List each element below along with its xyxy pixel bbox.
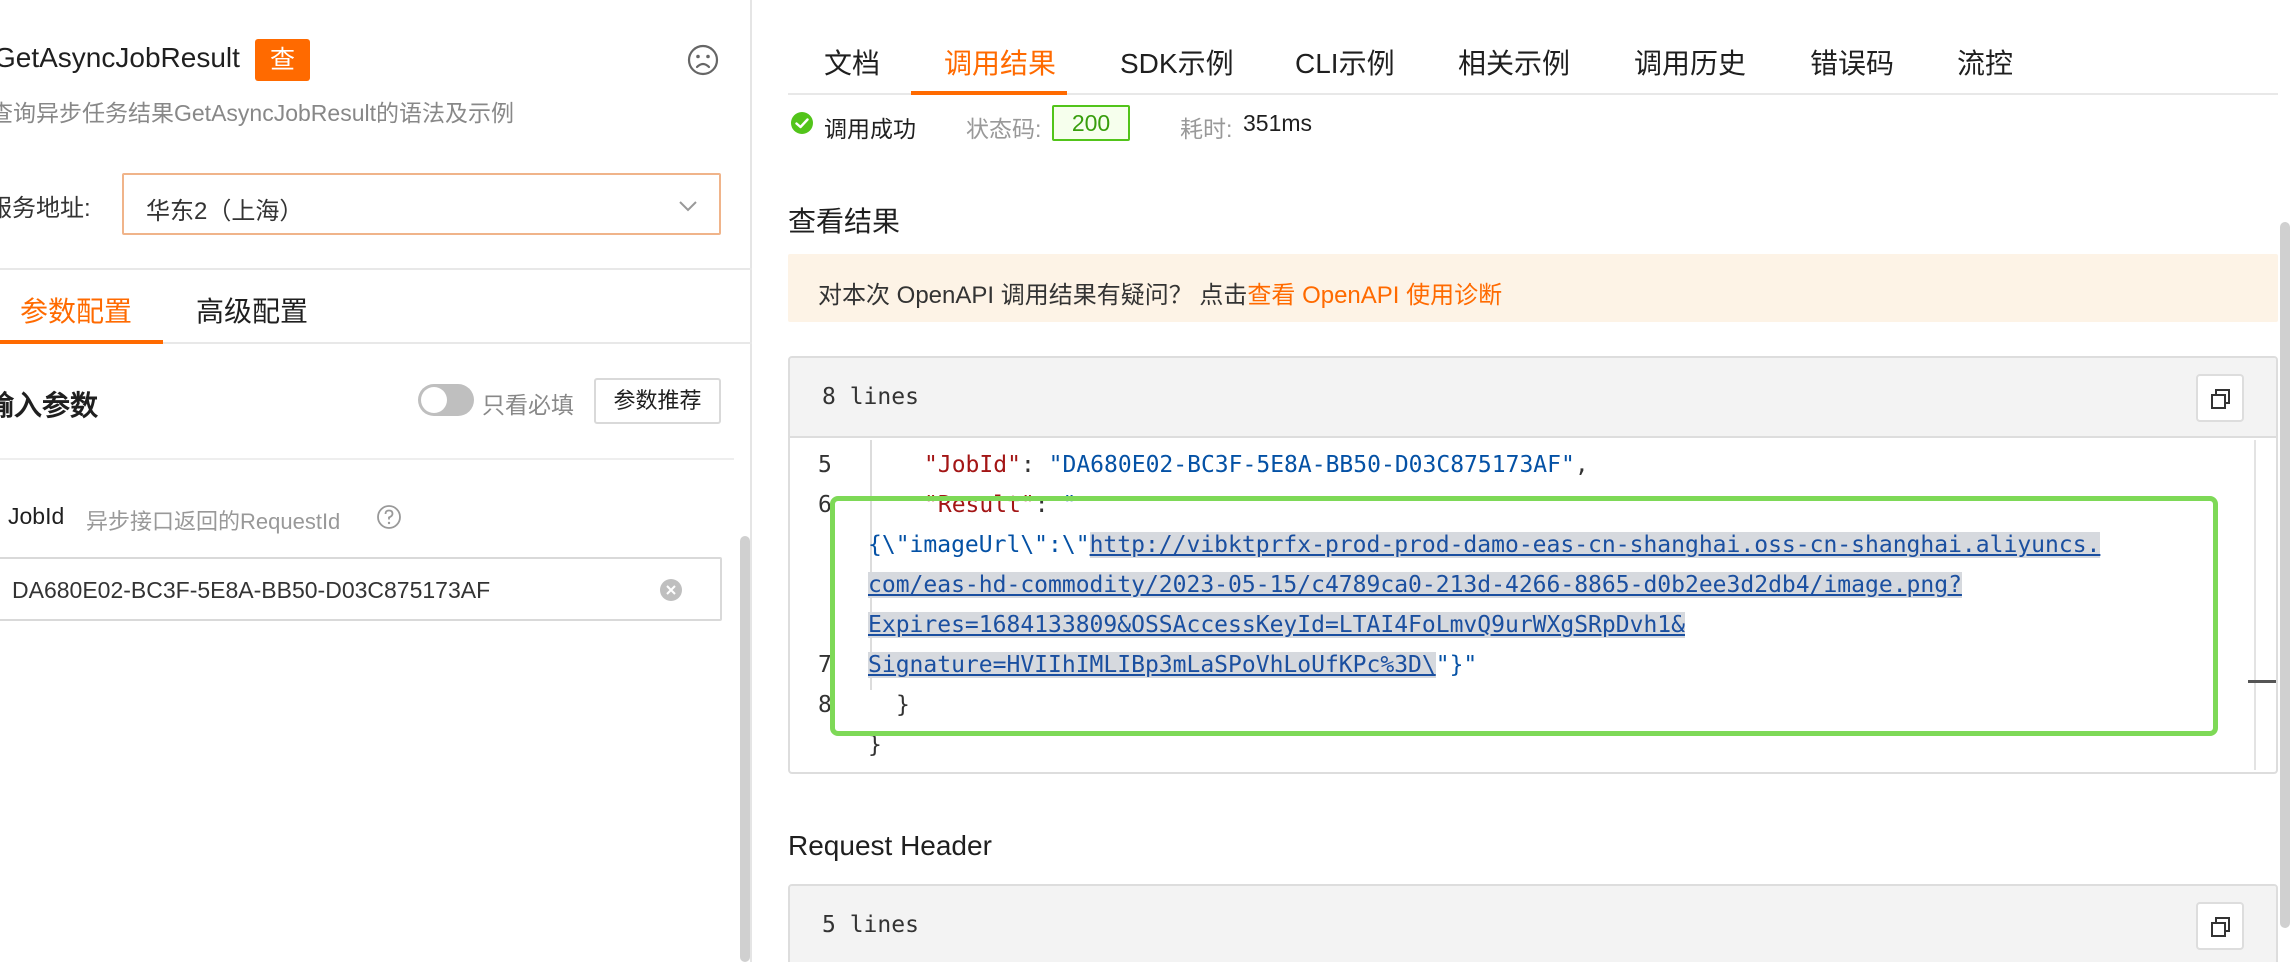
json-comma: , bbox=[1574, 452, 1589, 478]
code-line-wrap-4: Signature=HVIIhIMLIBp3mLaSPoVhLoUfKPc%3D… bbox=[868, 652, 1477, 678]
code-line-result: "Result": " bbox=[924, 492, 1076, 518]
line-number: 6 bbox=[818, 492, 832, 518]
api-description: 查询异步任务结果GetAsyncJobResult的语法及示例 bbox=[0, 100, 514, 126]
tab-docs[interactable]: 文档 bbox=[824, 42, 880, 82]
code-scrollbar-track[interactable] bbox=[2254, 440, 2256, 770]
api-method-badge: 查 bbox=[255, 39, 310, 81]
tab-error-codes[interactable]: 错误码 bbox=[1810, 42, 1894, 82]
result-code-block: 8 lines 5 6 7 8 "JobId": "DA680E02-BC3F-… bbox=[788, 356, 2278, 774]
code-line-jobid: "JobId": "DA680E02-BC3F-5E8A-BB50-D03C87… bbox=[924, 452, 1589, 478]
sad-face-icon[interactable] bbox=[686, 43, 720, 77]
toggle-knob bbox=[421, 387, 447, 413]
active-tab-indicator bbox=[911, 91, 1067, 95]
request-header-title: Request Header bbox=[788, 830, 992, 861]
code-scroll-marker bbox=[2248, 680, 2276, 683]
image-url-link[interactable]: Expires=1684133809&OSSAccessKeyId=LTAI4F… bbox=[868, 612, 1685, 638]
code-line-close-outer: } bbox=[868, 732, 882, 758]
service-address-value: 华东2（上海） bbox=[146, 198, 304, 225]
question-circle-icon[interactable] bbox=[376, 504, 402, 530]
tab-param-config[interactable]: 参数配置 bbox=[20, 290, 132, 330]
tab-sdk-example[interactable]: SDK示例 bbox=[1120, 42, 1234, 82]
tab-call-history[interactable]: 调用历史 bbox=[1634, 42, 1746, 82]
json-key: "JobId" bbox=[924, 452, 1021, 478]
notice-message: 对本次 OpenAPI 调用结果有疑问？ 点击 bbox=[818, 282, 1248, 309]
param-recommend-button[interactable]: 参数推荐 bbox=[594, 378, 721, 424]
divider bbox=[0, 458, 734, 460]
elapsed-label: 耗时: bbox=[1180, 116, 1233, 142]
api-name: GetAsyncJobResult bbox=[0, 42, 240, 73]
image-url-link[interactable]: Signature=HVIIhIMLIBp3mLaSPoVhLoUfKPc%3D… bbox=[868, 652, 1436, 678]
image-url-link[interactable]: http://vibktprfx-prod-prod-damo-eas-cn-s… bbox=[1089, 532, 2101, 558]
input-params-title: 输入参数 bbox=[0, 390, 99, 421]
line-number: 5 bbox=[818, 452, 832, 478]
tab-flow-control[interactable]: 流控 bbox=[1957, 42, 2013, 82]
divider bbox=[0, 268, 752, 270]
image-url-link[interactable]: com/eas-hd-commodity/2023-05-15/c4789ca0… bbox=[868, 572, 1962, 598]
diagnosis-link[interactable]: 查看 OpenAPI 使用诊断 bbox=[1247, 282, 1502, 309]
json-colon: : bbox=[1034, 492, 1063, 518]
copy-icon bbox=[2211, 917, 2230, 937]
notice-text: 对本次 OpenAPI 调用结果有疑问？ 点击查看 OpenAPI 使用诊断 bbox=[818, 275, 1502, 310]
left-panel: GetAsyncJobResult 查 查询异步任务结果GetAsyncJobR… bbox=[0, 0, 752, 962]
call-status-text: 调用成功 bbox=[824, 116, 916, 142]
json-value: "}" bbox=[1435, 652, 1478, 678]
line-number: 8 bbox=[818, 692, 832, 718]
copy-button[interactable] bbox=[2196, 374, 2244, 422]
param-hint: 异步接口返回的RequestId bbox=[86, 509, 341, 534]
copy-icon bbox=[2211, 389, 2230, 409]
line-number: 7 bbox=[818, 652, 832, 678]
left-scrollbar[interactable] bbox=[740, 536, 750, 962]
right-panel: 文档 调用结果 SDK示例 CLI示例 相关示例 调用历史 错误码 流控 调用成… bbox=[754, 0, 2294, 962]
json-value: "DA680E02-BC3F-5E8A-BB50-D03C875173AF" bbox=[1048, 452, 1575, 478]
code-line-wrap-3: Expires=1684133809&OSSAccessKeyId=LTAI4F… bbox=[868, 612, 1685, 638]
tab-advanced-config[interactable]: 高级配置 bbox=[196, 290, 308, 330]
json-key: "Result" bbox=[924, 492, 1035, 518]
app-window: GetAsyncJobResult 查 查询异步任务结果GetAsyncJobR… bbox=[0, 0, 2294, 962]
tab-related-examples[interactable]: 相关示例 bbox=[1458, 42, 1570, 82]
code-header: 5 lines bbox=[790, 886, 2276, 962]
required-only-label: 只看必填 bbox=[482, 392, 574, 418]
service-address-label: 服务地址: bbox=[0, 195, 91, 222]
jobid-input[interactable]: DA680E02-BC3F-5E8A-BB50-D03C875173AF bbox=[0, 557, 722, 621]
active-tab-indicator bbox=[0, 340, 163, 344]
result-section-title: 查看结果 bbox=[788, 206, 901, 237]
service-address-select[interactable]: 华东2（上海） bbox=[122, 173, 721, 235]
json-colon: : bbox=[1020, 452, 1049, 478]
code-line-wrap-2: com/eas-hd-commodity/2023-05-15/c4789ca0… bbox=[868, 572, 1962, 598]
json-value: " bbox=[1062, 492, 1077, 518]
status-code-badge: 200 bbox=[1052, 105, 1130, 141]
code-line-close-inner: } bbox=[896, 692, 910, 718]
code-header: 8 lines bbox=[790, 358, 2276, 438]
json-value: {\"imageUrl\":\" bbox=[868, 532, 1090, 558]
code-lines-count: 5 lines bbox=[822, 912, 919, 938]
tab-cli-example[interactable]: CLI示例 bbox=[1295, 42, 1395, 82]
elapsed-value: 351ms bbox=[1243, 110, 1313, 136]
right-scrollbar[interactable] bbox=[2280, 222, 2290, 928]
jobid-value: DA680E02-BC3F-5E8A-BB50-D03C875173AF bbox=[12, 577, 491, 603]
status-code-label: 状态码: bbox=[966, 116, 1042, 142]
copy-button[interactable] bbox=[2196, 902, 2244, 950]
tab-call-result[interactable]: 调用结果 bbox=[944, 42, 1056, 82]
code-body[interactable]: 5 6 7 8 "JobId": "DA680E02-BC3F-5E8A-BB5… bbox=[790, 440, 2276, 770]
required-only-toggle[interactable] bbox=[418, 384, 474, 416]
code-lines-count: 8 lines bbox=[822, 384, 919, 410]
code-line-wrap-1: {\"imageUrl\":\"http://vibktprfx-prod-pr… bbox=[868, 532, 2101, 558]
request-header-code-block: 5 lines bbox=[788, 884, 2278, 962]
param-name: JobId bbox=[8, 503, 65, 529]
check-circle-icon bbox=[791, 112, 813, 134]
chevron-down-icon bbox=[679, 201, 697, 212]
diagnosis-notice: 对本次 OpenAPI 调用结果有疑问？ 点击查看 OpenAPI 使用诊断 bbox=[788, 254, 2278, 322]
clear-circle-icon[interactable] bbox=[658, 577, 684, 603]
